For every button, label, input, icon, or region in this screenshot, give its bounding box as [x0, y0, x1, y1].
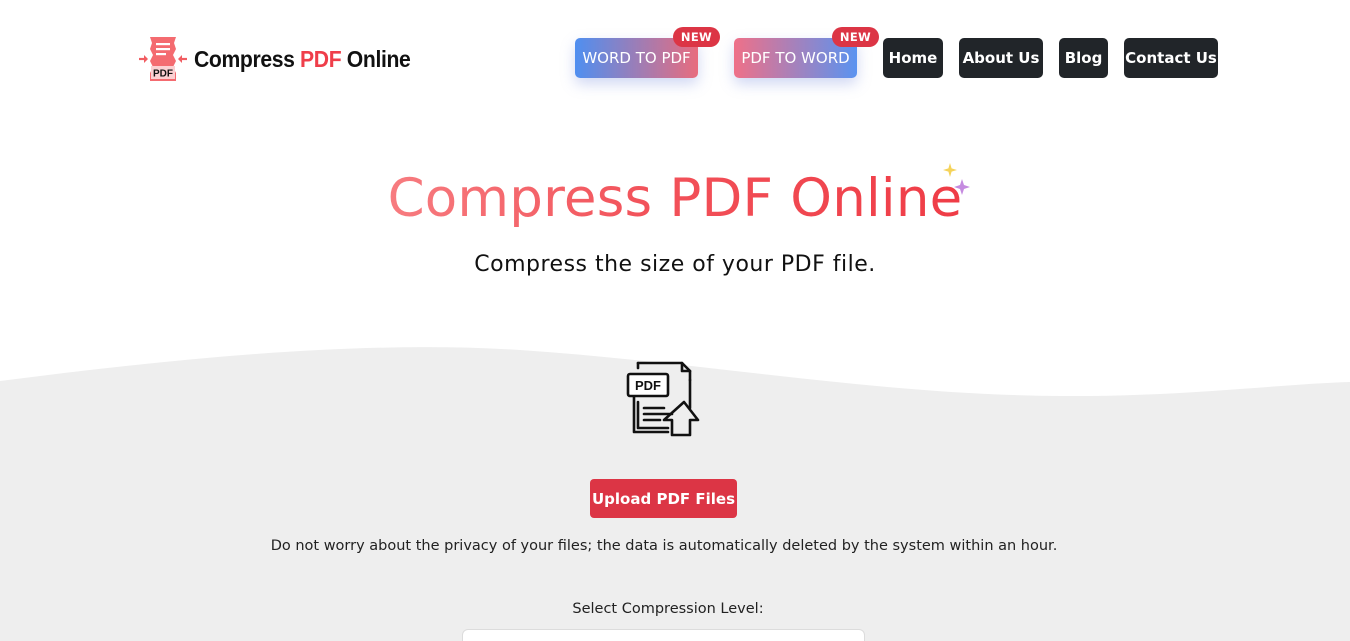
nav-blog-button[interactable]: Blog	[1059, 38, 1108, 78]
page-subtitle: Compress the size of your PDF file.	[474, 252, 876, 277]
nav-contact-us-button[interactable]: Contact Us	[1124, 38, 1218, 78]
compression-level-select[interactable]	[462, 629, 865, 641]
new-badge: NEW	[831, 27, 879, 47]
page-title: Compress PDF Online	[0, 168, 1350, 229]
privacy-note: Do not worry about the privacy of your f…	[270, 538, 1058, 554]
nav-home-button[interactable]: Home	[883, 38, 943, 78]
svg-text:PDF: PDF	[635, 378, 661, 393]
upload-pdf-button[interactable]: Upload PDF Files	[590, 479, 737, 518]
nav-about-us-button[interactable]: About Us	[959, 38, 1043, 78]
nav-word-to-pdf-button[interactable]: WORD TO PDF NEW	[575, 27, 720, 78]
nav-item-label: PDF TO WORD	[741, 49, 850, 67]
nav-item-label: WORD TO PDF	[582, 49, 691, 67]
site-header: PDF Compress PDF Online WORD TO PDF NEW …	[0, 0, 1350, 110]
new-badge: NEW	[672, 27, 720, 47]
nav-pdf-to-word-button[interactable]: PDF TO WORD NEW	[734, 27, 879, 78]
sparkle-icon	[940, 160, 976, 204]
page-title-text: Compress PDF Online	[387, 168, 963, 229]
pdf-upload-icon: PDF	[624, 360, 704, 442]
compression-level-label: Select Compression Level:	[572, 601, 764, 617]
main-nav: WORD TO PDF NEW PDF TO WORD NEW Home Abo…	[0, 27, 1350, 78]
